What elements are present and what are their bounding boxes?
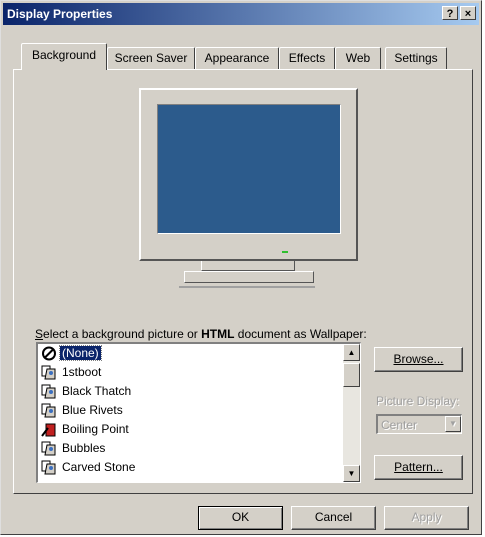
close-button[interactable]: ×: [460, 6, 476, 20]
list-item[interactable]: (None): [38, 344, 360, 363]
desktop-preview-screen: [157, 104, 341, 234]
tab-background[interactable]: Background: [21, 43, 107, 70]
wallpaper-label: Select a background picture or HTML docu…: [35, 327, 367, 341]
title-bar[interactable]: Display Properties ? ×: [3, 3, 479, 25]
wallpaper-image-icon: [41, 460, 56, 475]
scroll-up-icon[interactable]: ▲: [343, 344, 360, 361]
tab-web[interactable]: Web: [335, 47, 381, 69]
picture-display-value: Center: [381, 418, 418, 432]
none-icon: [42, 346, 56, 361]
list-item[interactable]: 1stboot: [38, 363, 360, 382]
ok-button[interactable]: OK: [198, 506, 283, 530]
pattern-button[interactable]: Pattern...: [374, 455, 463, 480]
monitor-stand-shadow: [179, 286, 315, 288]
cancel-button[interactable]: Cancel: [291, 506, 376, 530]
window-title: Display Properties: [7, 7, 113, 21]
wallpaper-list[interactable]: (None) 1stboot Black Thatch Blue Rivets …: [36, 342, 361, 483]
monitor-neck: [201, 261, 295, 271]
wallpaper-image-icon: [41, 441, 56, 456]
list-item[interactable]: Carved Stone: [38, 458, 360, 477]
wallpaper-image-icon: [41, 384, 56, 399]
tab-effects[interactable]: Effects: [279, 47, 335, 69]
scroll-thumb[interactable]: [343, 363, 360, 387]
monitor-preview: [139, 88, 358, 261]
wallpaper-red-image-icon: [41, 423, 56, 437]
help-button[interactable]: ?: [442, 6, 458, 20]
wallpaper-image-icon: [41, 403, 56, 418]
list-item[interactable]: Blue Rivets: [38, 401, 360, 420]
power-led-icon: [282, 251, 288, 253]
wallpaper-image-icon: [41, 365, 56, 380]
browse-button[interactable]: Browse...: [374, 347, 463, 372]
display-properties-window: Display Properties ? × Background Screen…: [0, 0, 482, 535]
list-item[interactable]: Black Thatch: [38, 382, 360, 401]
tab-screen-saver[interactable]: Screen Saver: [107, 47, 195, 69]
scroll-down-icon[interactable]: ▼: [343, 465, 360, 482]
picture-display-select[interactable]: Center ▼: [376, 414, 462, 434]
apply-button[interactable]: Apply: [384, 506, 469, 530]
list-scrollbar[interactable]: ▲ ▼: [343, 344, 360, 482]
tab-settings[interactable]: Settings: [385, 47, 447, 69]
monitor-stand: [184, 271, 314, 283]
chevron-down-icon[interactable]: ▼: [445, 416, 461, 432]
tab-appearance[interactable]: Appearance: [195, 47, 279, 69]
list-item[interactable]: Bubbles: [38, 439, 360, 458]
picture-display-label: Picture Display:: [376, 394, 460, 408]
list-item[interactable]: Boiling Point: [38, 420, 360, 439]
